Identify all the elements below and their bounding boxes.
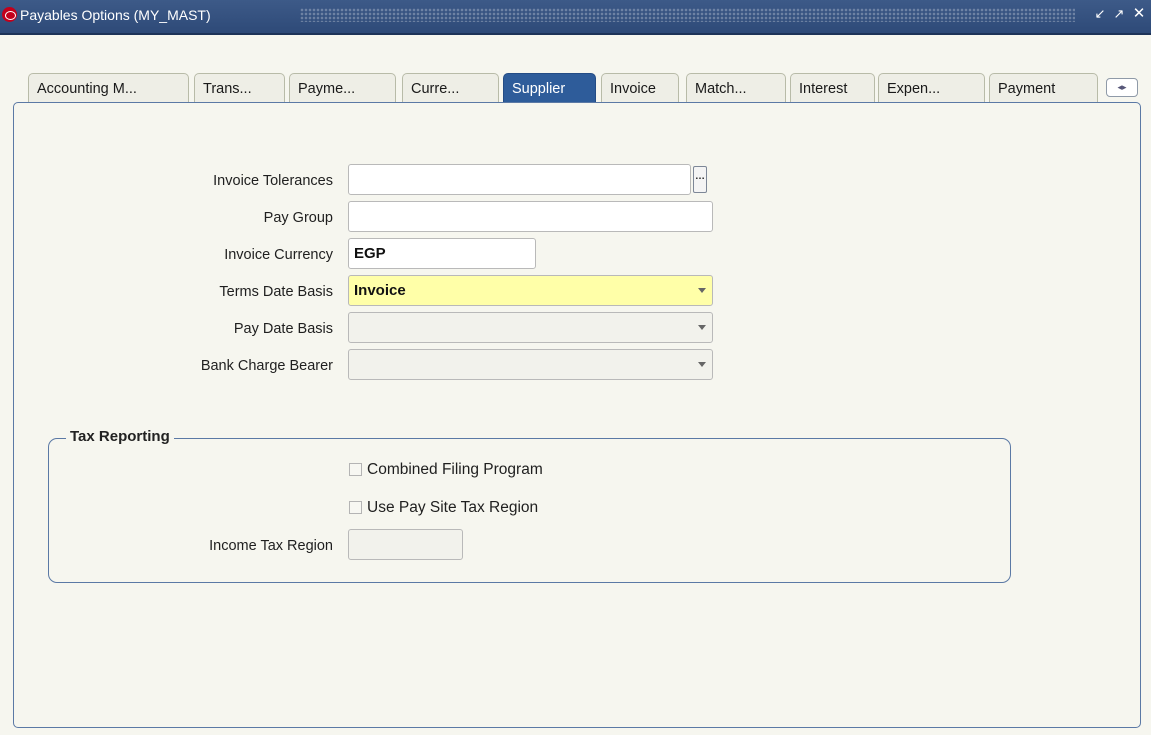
invoice-currency-label: Invoice Currency xyxy=(224,247,333,263)
bank-charge-bearer-label: Bank Charge Bearer xyxy=(200,358,333,374)
tab-invoice[interactable]: Invoice xyxy=(601,73,679,103)
tab-matching[interactable]: Match... xyxy=(686,73,786,103)
pay-date-basis-select[interactable] xyxy=(348,312,713,343)
income-tax-region-label: Income Tax Region xyxy=(209,538,333,554)
maximize-icon[interactable]: ↗ xyxy=(1112,6,1126,22)
minimize-icon[interactable]: ↙ xyxy=(1093,6,1107,22)
tab-scroll-arrows-icon[interactable]: ◂▸ xyxy=(1106,78,1138,97)
invoice-tolerances-label: Invoice Tolerances xyxy=(213,173,333,189)
combined-filing-checkbox[interactable] xyxy=(349,463,362,476)
tab-accounting-methods[interactable]: Accounting M... xyxy=(28,73,189,103)
terms-date-basis-label: Terms Date Basis xyxy=(219,284,333,300)
terms-date-basis-value: Invoice xyxy=(354,282,406,299)
supplier-tab-panel xyxy=(13,102,1141,728)
income-tax-region-field[interactable] xyxy=(348,529,463,560)
chevron-down-icon xyxy=(698,325,706,330)
tab-expense-report[interactable]: Expen... xyxy=(878,73,985,103)
list-of-values-icon[interactable]: … xyxy=(693,166,707,193)
tab-interest[interactable]: Interest xyxy=(790,73,875,103)
tab-supplier[interactable]: Supplier xyxy=(503,73,596,105)
window-title: Payables Options (MY_MAST) xyxy=(20,7,211,23)
tab-currency[interactable]: Curre... xyxy=(402,73,499,103)
pay-group-field[interactable] xyxy=(348,201,713,232)
chevron-down-icon xyxy=(698,288,706,293)
invoice-currency-field[interactable]: EGP xyxy=(348,238,536,269)
oracle-logo-icon xyxy=(2,7,17,22)
tab-transactions[interactable]: Trans... xyxy=(194,73,285,103)
use-pay-site-label: Use Pay Site Tax Region xyxy=(367,499,539,516)
chevron-down-icon xyxy=(698,362,706,367)
tab-payment-accounting[interactable]: Payme... xyxy=(289,73,396,103)
title-bar: Payables Options (MY_MAST) ↙ ↗ ✕ xyxy=(0,0,1151,35)
bank-charge-bearer-select[interactable] xyxy=(348,349,713,380)
pay-date-basis-label: Pay Date Basis xyxy=(233,321,333,337)
tab-payment[interactable]: Payment xyxy=(989,73,1098,103)
combined-filing-label: Combined Filing Program xyxy=(367,461,543,478)
title-bar-pattern xyxy=(300,8,1075,22)
use-pay-site-checkbox[interactable] xyxy=(349,501,362,514)
invoice-tolerances-field[interactable] xyxy=(348,164,691,195)
terms-date-basis-select[interactable]: Invoice xyxy=(348,275,713,306)
tax-reporting-title: Tax Reporting xyxy=(66,428,174,445)
pay-group-label: Pay Group xyxy=(263,210,333,226)
close-icon[interactable]: ✕ xyxy=(1132,6,1146,22)
